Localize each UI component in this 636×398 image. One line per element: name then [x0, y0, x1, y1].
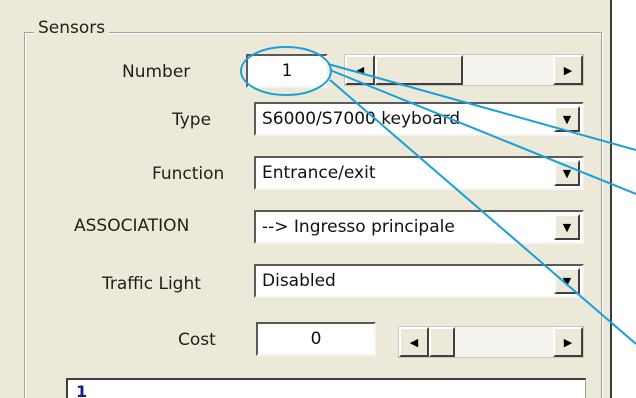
cost-scroll-thumb[interactable] [429, 327, 455, 357]
arrow-left-icon: ◀ [355, 63, 365, 77]
cost-scroll-left-button[interactable]: ◀ [399, 327, 429, 357]
function-label: Function [152, 164, 225, 184]
chevron-down-icon: ▼ [562, 112, 572, 126]
traffic-light-value: Disabled [262, 271, 336, 291]
groupbox-title: Sensors [34, 18, 110, 38]
function-dropdown-button[interactable]: ▼ [554, 160, 580, 186]
arrow-left-icon: ◀ [409, 335, 419, 349]
list-item[interactable]: 1 [76, 382, 87, 398]
type-dropdown[interactable]: S6000/S7000 keyboard ▼ [254, 102, 584, 136]
type-value: S6000/S7000 keyboard [262, 109, 461, 129]
cost-label: Cost [178, 330, 216, 350]
association-label: ASSOCIATION [74, 216, 190, 236]
number-scroll-right-button[interactable]: ▶ [553, 55, 583, 85]
cost-field[interactable]: 0 [256, 322, 376, 356]
chevron-down-icon: ▼ [562, 166, 572, 180]
traffic-light-dropdown[interactable]: Disabled ▼ [254, 264, 584, 298]
type-dropdown-button[interactable]: ▼ [554, 106, 580, 132]
sensor-listbox[interactable]: 1 [66, 378, 586, 398]
dialog-panel: Sensors Number 1 ◀ ▶ Type S6000/S7000 ke… [0, 0, 612, 398]
cost-value: 0 [310, 329, 322, 349]
number-scrollbar[interactable]: ◀ ▶ [344, 54, 584, 86]
number-value: 1 [281, 61, 293, 81]
function-value: Entrance/exit [262, 163, 376, 183]
cost-scrollbar[interactable]: ◀ ▶ [398, 326, 584, 358]
cost-scroll-right-button[interactable]: ▶ [553, 327, 583, 357]
number-field[interactable]: 1 [246, 54, 328, 88]
chevron-down-icon: ▼ [562, 274, 572, 288]
chevron-down-icon: ▼ [562, 220, 572, 234]
type-label: Type [172, 110, 212, 130]
traffic-light-dropdown-button[interactable]: ▼ [554, 268, 580, 294]
function-dropdown[interactable]: Entrance/exit ▼ [254, 156, 584, 190]
association-value: --> Ingresso principale [262, 217, 455, 237]
number-scroll-thumb[interactable] [375, 55, 463, 85]
screenshot-canvas: Sensors Number 1 ◀ ▶ Type S6000/S7000 ke… [0, 0, 636, 398]
association-dropdown-button[interactable]: ▼ [554, 214, 580, 240]
arrow-right-icon: ▶ [563, 335, 573, 349]
association-dropdown[interactable]: --> Ingresso principale ▼ [254, 210, 584, 244]
arrow-right-icon: ▶ [563, 63, 573, 77]
traffic-light-label: Traffic Light [102, 274, 201, 294]
number-scroll-left-button[interactable]: ◀ [345, 55, 375, 85]
number-label: Number [122, 62, 191, 82]
